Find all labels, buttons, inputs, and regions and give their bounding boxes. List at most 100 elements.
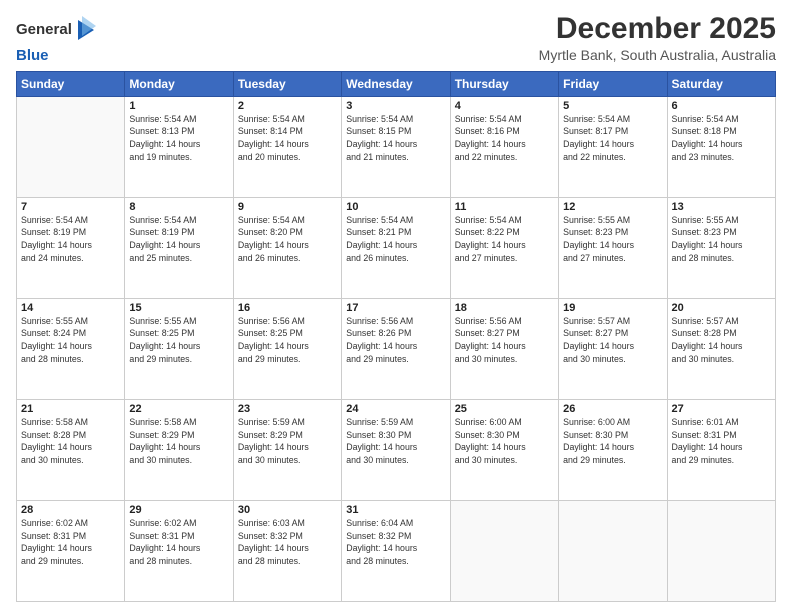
day-number: 21 xyxy=(21,403,120,415)
day-info: Sunrise: 6:02 AM Sunset: 8:31 PM Dayligh… xyxy=(129,517,228,568)
calendar-cell xyxy=(667,500,775,601)
calendar-cell xyxy=(559,500,667,601)
calendar-cell: 5Sunrise: 5:54 AM Sunset: 8:17 PM Daylig… xyxy=(559,96,667,197)
week-row-1: 1Sunrise: 5:54 AM Sunset: 8:13 PM Daylig… xyxy=(17,96,776,197)
day-number: 7 xyxy=(21,201,120,213)
calendar-cell: 12Sunrise: 5:55 AM Sunset: 8:23 PM Dayli… xyxy=(559,197,667,298)
day-number: 28 xyxy=(21,504,120,516)
calendar-cell: 3Sunrise: 5:54 AM Sunset: 8:15 PM Daylig… xyxy=(342,96,450,197)
calendar-cell: 18Sunrise: 5:56 AM Sunset: 8:27 PM Dayli… xyxy=(450,298,558,399)
calendar-cell: 30Sunrise: 6:03 AM Sunset: 8:32 PM Dayli… xyxy=(233,500,341,601)
day-info: Sunrise: 5:56 AM Sunset: 8:27 PM Dayligh… xyxy=(455,315,554,366)
calendar-cell xyxy=(17,96,125,197)
day-number: 25 xyxy=(455,403,554,415)
calendar-cell: 7Sunrise: 5:54 AM Sunset: 8:19 PM Daylig… xyxy=(17,197,125,298)
day-info: Sunrise: 5:56 AM Sunset: 8:25 PM Dayligh… xyxy=(238,315,337,366)
day-number: 31 xyxy=(346,504,445,516)
calendar-cell: 9Sunrise: 5:54 AM Sunset: 8:20 PM Daylig… xyxy=(233,197,341,298)
day-number: 17 xyxy=(346,302,445,314)
day-number: 23 xyxy=(238,403,337,415)
calendar-cell: 31Sunrise: 6:04 AM Sunset: 8:32 PM Dayli… xyxy=(342,500,450,601)
day-number: 9 xyxy=(238,201,337,213)
day-number: 16 xyxy=(238,302,337,314)
day-info: Sunrise: 5:54 AM Sunset: 8:20 PM Dayligh… xyxy=(238,214,337,265)
day-info: Sunrise: 5:56 AM Sunset: 8:26 PM Dayligh… xyxy=(346,315,445,366)
day-number: 13 xyxy=(672,201,771,213)
logo-blue: Blue xyxy=(16,47,49,64)
title-block: December 2025 Myrtle Bank, South Austral… xyxy=(539,12,776,63)
calendar-cell: 1Sunrise: 5:54 AM Sunset: 8:13 PM Daylig… xyxy=(125,96,233,197)
day-info: Sunrise: 6:04 AM Sunset: 8:32 PM Dayligh… xyxy=(346,517,445,568)
calendar-cell: 11Sunrise: 5:54 AM Sunset: 8:22 PM Dayli… xyxy=(450,197,558,298)
day-info: Sunrise: 5:55 AM Sunset: 8:24 PM Dayligh… xyxy=(21,315,120,366)
day-number: 11 xyxy=(455,201,554,213)
calendar-cell: 29Sunrise: 6:02 AM Sunset: 8:31 PM Dayli… xyxy=(125,500,233,601)
calendar-cell: 15Sunrise: 5:55 AM Sunset: 8:25 PM Dayli… xyxy=(125,298,233,399)
week-row-2: 7Sunrise: 5:54 AM Sunset: 8:19 PM Daylig… xyxy=(17,197,776,298)
day-info: Sunrise: 6:00 AM Sunset: 8:30 PM Dayligh… xyxy=(455,416,554,467)
day-number: 29 xyxy=(129,504,228,516)
day-number: 22 xyxy=(129,403,228,415)
day-number: 24 xyxy=(346,403,445,415)
day-number: 2 xyxy=(238,100,337,112)
calendar-cell: 10Sunrise: 5:54 AM Sunset: 8:21 PM Dayli… xyxy=(342,197,450,298)
week-row-3: 14Sunrise: 5:55 AM Sunset: 8:24 PM Dayli… xyxy=(17,298,776,399)
weekday-header-friday: Friday xyxy=(559,71,667,96)
month-title: December 2025 xyxy=(539,12,776,45)
calendar-cell: 21Sunrise: 5:58 AM Sunset: 8:28 PM Dayli… xyxy=(17,399,125,500)
day-number: 30 xyxy=(238,504,337,516)
logo-arrow-icon xyxy=(78,12,98,48)
day-number: 8 xyxy=(129,201,228,213)
day-number: 4 xyxy=(455,100,554,112)
day-number: 5 xyxy=(563,100,662,112)
day-info: Sunrise: 5:57 AM Sunset: 8:27 PM Dayligh… xyxy=(563,315,662,366)
day-number: 6 xyxy=(672,100,771,112)
calendar-cell: 14Sunrise: 5:55 AM Sunset: 8:24 PM Dayli… xyxy=(17,298,125,399)
day-info: Sunrise: 6:02 AM Sunset: 8:31 PM Dayligh… xyxy=(21,517,120,568)
day-info: Sunrise: 5:54 AM Sunset: 8:13 PM Dayligh… xyxy=(129,113,228,164)
logo: General Blue xyxy=(16,12,100,65)
calendar-cell: 23Sunrise: 5:59 AM Sunset: 8:29 PM Dayli… xyxy=(233,399,341,500)
day-info: Sunrise: 5:55 AM Sunset: 8:23 PM Dayligh… xyxy=(563,214,662,265)
weekday-header-wednesday: Wednesday xyxy=(342,71,450,96)
day-number: 15 xyxy=(129,302,228,314)
day-info: Sunrise: 5:54 AM Sunset: 8:14 PM Dayligh… xyxy=(238,113,337,164)
calendar-cell: 17Sunrise: 5:56 AM Sunset: 8:26 PM Dayli… xyxy=(342,298,450,399)
calendar-cell: 25Sunrise: 6:00 AM Sunset: 8:30 PM Dayli… xyxy=(450,399,558,500)
day-info: Sunrise: 5:54 AM Sunset: 8:15 PM Dayligh… xyxy=(346,113,445,164)
calendar-cell: 2Sunrise: 5:54 AM Sunset: 8:14 PM Daylig… xyxy=(233,96,341,197)
calendar-cell: 20Sunrise: 5:57 AM Sunset: 8:28 PM Dayli… xyxy=(667,298,775,399)
day-info: Sunrise: 5:55 AM Sunset: 8:25 PM Dayligh… xyxy=(129,315,228,366)
week-row-5: 28Sunrise: 6:02 AM Sunset: 8:31 PM Dayli… xyxy=(17,500,776,601)
calendar-cell: 26Sunrise: 6:00 AM Sunset: 8:30 PM Dayli… xyxy=(559,399,667,500)
calendar-cell: 16Sunrise: 5:56 AM Sunset: 8:25 PM Dayli… xyxy=(233,298,341,399)
header: General Blue December 2025 Myrtle Bank, … xyxy=(16,12,776,65)
weekday-header-thursday: Thursday xyxy=(450,71,558,96)
day-info: Sunrise: 5:54 AM Sunset: 8:19 PM Dayligh… xyxy=(21,214,120,265)
calendar-cell: 19Sunrise: 5:57 AM Sunset: 8:27 PM Dayli… xyxy=(559,298,667,399)
day-info: Sunrise: 5:59 AM Sunset: 8:30 PM Dayligh… xyxy=(346,416,445,467)
day-number: 20 xyxy=(672,302,771,314)
day-info: Sunrise: 5:58 AM Sunset: 8:29 PM Dayligh… xyxy=(129,416,228,467)
day-info: Sunrise: 5:54 AM Sunset: 8:21 PM Dayligh… xyxy=(346,214,445,265)
day-info: Sunrise: 6:00 AM Sunset: 8:30 PM Dayligh… xyxy=(563,416,662,467)
week-row-4: 21Sunrise: 5:58 AM Sunset: 8:28 PM Dayli… xyxy=(17,399,776,500)
calendar-cell: 8Sunrise: 5:54 AM Sunset: 8:19 PM Daylig… xyxy=(125,197,233,298)
day-info: Sunrise: 6:03 AM Sunset: 8:32 PM Dayligh… xyxy=(238,517,337,568)
day-number: 12 xyxy=(563,201,662,213)
location: Myrtle Bank, South Australia, Australia xyxy=(539,47,776,63)
day-info: Sunrise: 5:54 AM Sunset: 8:17 PM Dayligh… xyxy=(563,113,662,164)
day-info: Sunrise: 5:54 AM Sunset: 8:18 PM Dayligh… xyxy=(672,113,771,164)
calendar-cell: 27Sunrise: 6:01 AM Sunset: 8:31 PM Dayli… xyxy=(667,399,775,500)
day-info: Sunrise: 5:55 AM Sunset: 8:23 PM Dayligh… xyxy=(672,214,771,265)
day-info: Sunrise: 5:54 AM Sunset: 8:16 PM Dayligh… xyxy=(455,113,554,164)
day-number: 1 xyxy=(129,100,228,112)
weekday-header-saturday: Saturday xyxy=(667,71,775,96)
calendar-cell: 6Sunrise: 5:54 AM Sunset: 8:18 PM Daylig… xyxy=(667,96,775,197)
day-info: Sunrise: 5:54 AM Sunset: 8:22 PM Dayligh… xyxy=(455,214,554,265)
calendar-cell: 22Sunrise: 5:58 AM Sunset: 8:29 PM Dayli… xyxy=(125,399,233,500)
day-number: 3 xyxy=(346,100,445,112)
weekday-header-sunday: Sunday xyxy=(17,71,125,96)
calendar-cell: 28Sunrise: 6:02 AM Sunset: 8:31 PM Dayli… xyxy=(17,500,125,601)
day-info: Sunrise: 5:57 AM Sunset: 8:28 PM Dayligh… xyxy=(672,315,771,366)
